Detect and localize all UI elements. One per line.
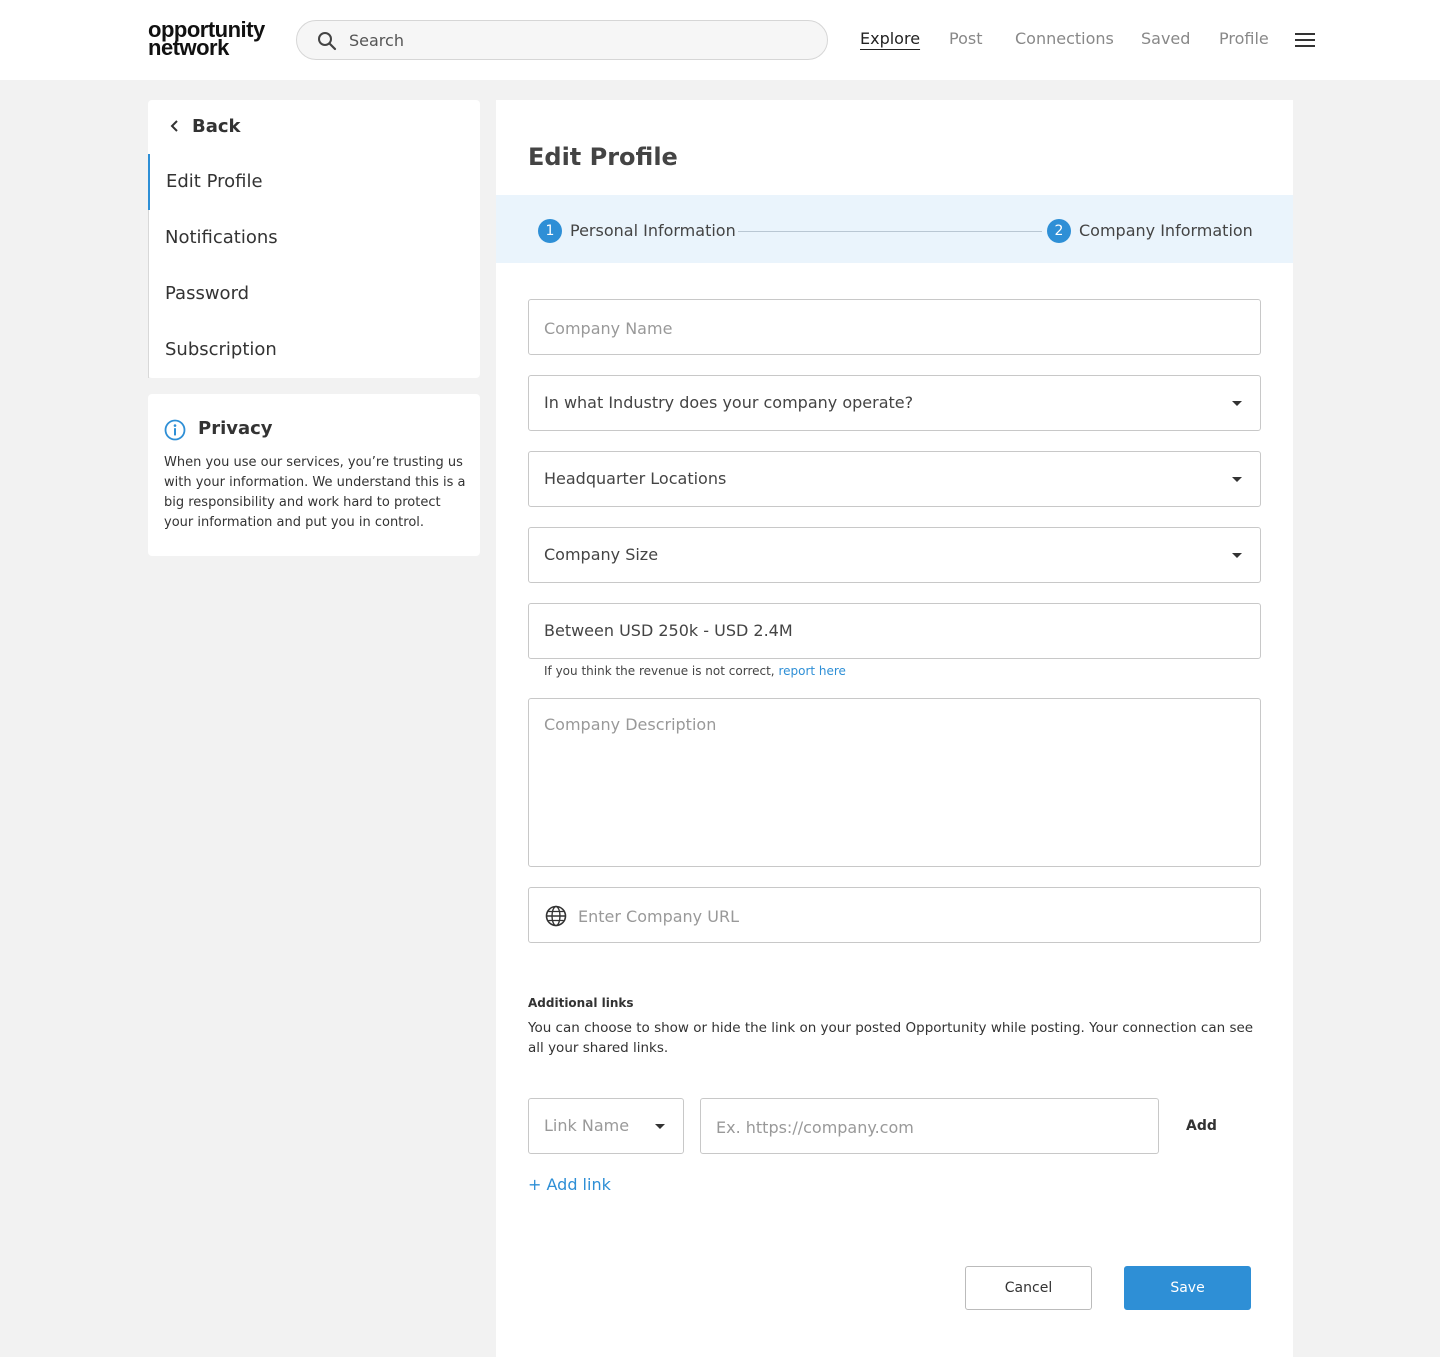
link-url-field[interactable] [700,1098,1159,1154]
info-icon [164,419,186,441]
caret-down-icon [1232,553,1242,558]
caret-down-icon [655,1124,665,1129]
report-here-link[interactable]: report here [778,664,846,678]
step-1-label[interactable]: Personal Information [570,221,736,240]
back-button[interactable]: Back [168,116,241,140]
logo[interactable]: opportunity network [148,19,265,59]
search-icon [318,32,337,51]
caret-down-icon [1232,401,1242,406]
step-2-number: 2 [1047,219,1071,243]
edit-profile-panel: Edit Profile 1 Personal Information 2 Co… [496,100,1293,1357]
revenue-helper-text: If you think the revenue is not correct,… [544,664,846,678]
company-size-select[interactable]: Company Size [528,527,1261,583]
back-label: Back [192,116,241,137]
search-bar[interactable] [296,20,828,60]
settings-sidebar: Back Edit Profile Notifications Password… [148,100,480,378]
company-size-select-label: Company Size [544,545,659,564]
sidebar-item-notifications[interactable]: Notifications [148,210,480,266]
search-input[interactable] [349,29,809,51]
cancel-button[interactable]: Cancel [965,1266,1092,1310]
globe-icon [545,905,567,927]
sidebar-item-password[interactable]: Password [148,266,480,322]
caret-down-icon [1232,477,1242,482]
add-link-button[interactable]: + Add link [528,1175,611,1194]
nav-profile[interactable]: Profile [1219,29,1269,53]
additional-links-description: You can choose to show or hide the link … [528,1020,1254,1056]
revenue-value: Between USD 250k - USD 2.4M [544,621,793,640]
privacy-title: Privacy [198,418,273,439]
stepper: 1 Personal Information 2 Company Informa… [496,195,1293,263]
sidebar-item-subscription[interactable]: Subscription [148,322,480,378]
save-button[interactable]: Save [1124,1266,1251,1310]
top-bar: opportunity network Explore Post Connect… [0,0,1440,80]
link-name-select[interactable]: Link Name [528,1098,684,1154]
additional-links-title: Additional links [528,996,634,1010]
page-title: Edit Profile [528,143,678,171]
menu-icon[interactable] [1295,32,1315,48]
step-connector [738,231,1042,232]
company-description-field[interactable] [528,698,1261,867]
industry-select[interactable]: In what Industry does your company opera… [528,375,1261,431]
nav-saved[interactable]: Saved [1141,29,1190,53]
headquarter-locations-select[interactable]: Headquarter Locations [528,451,1261,507]
privacy-text: When you use our services, you’re trusti… [164,455,466,530]
revenue-helper-label: If you think the revenue is not correct, [544,664,775,678]
headquarter-select-label: Headquarter Locations [544,469,727,488]
industry-select-label: In what Industry does your company opera… [544,393,914,412]
nav-connections[interactable]: Connections [1015,29,1114,53]
company-name-field[interactable] [528,299,1261,355]
company-url-input[interactable] [578,904,1218,928]
nav-post[interactable]: Post [949,29,982,53]
company-name-input[interactable] [544,316,1224,340]
step-2-label[interactable]: Company Information [1079,221,1253,240]
revenue-field[interactable]: Between USD 250k - USD 2.4M [528,603,1261,659]
nav-explore[interactable]: Explore [860,29,920,53]
sidebar-item-edit-profile[interactable]: Edit Profile [148,154,480,210]
add-button[interactable]: Add [1186,1118,1217,1134]
company-description-input[interactable] [544,715,1224,845]
link-url-input[interactable] [716,1115,1136,1139]
privacy-card: Privacy When you use our services, you’r… [148,394,480,556]
chevron-left-icon [170,120,178,132]
company-url-field[interactable] [528,887,1261,943]
step-1-number: 1 [538,219,562,243]
link-name-placeholder: Link Name [544,1116,630,1135]
